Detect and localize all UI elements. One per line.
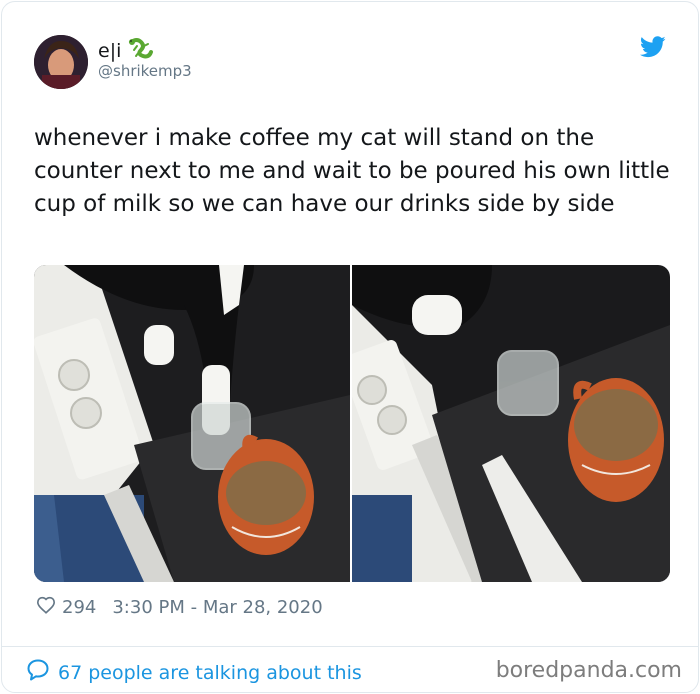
footer-divider — [2, 646, 698, 647]
like-count[interactable]: 294 — [62, 597, 96, 618]
lizard-icon — [127, 36, 155, 65]
tweet-timestamp[interactable]: 3:30 PM - Mar 28, 2020 — [112, 597, 322, 618]
talking-label[interactable]: 67 people are talking about this — [58, 662, 362, 684]
tweet-photo-left[interactable] — [34, 265, 350, 582]
author-name[interactable]: e|i — [98, 40, 121, 62]
twitter-bird-icon[interactable] — [639, 36, 666, 58]
talking-link[interactable]: 67 people are talking about this — [26, 658, 362, 687]
source-watermark: boredpanda.com — [495, 658, 682, 683]
speech-bubble-icon — [26, 658, 50, 687]
author-handle[interactable]: @shrikemp3 — [98, 62, 192, 80]
heart-icon[interactable] — [36, 596, 56, 619]
avatar[interactable] — [34, 35, 88, 89]
tweet-text: whenever i make coffee my cat will stand… — [34, 125, 670, 217]
tweet-meta: 294 3:30 PM - Mar 28, 2020 — [36, 596, 323, 619]
tweet-photo-right[interactable] — [352, 265, 670, 582]
tweet-card: e|i @shrikemp3 whenever i make coffee my… — [1, 1, 699, 693]
author-name-row[interactable]: e|i — [98, 36, 155, 65]
